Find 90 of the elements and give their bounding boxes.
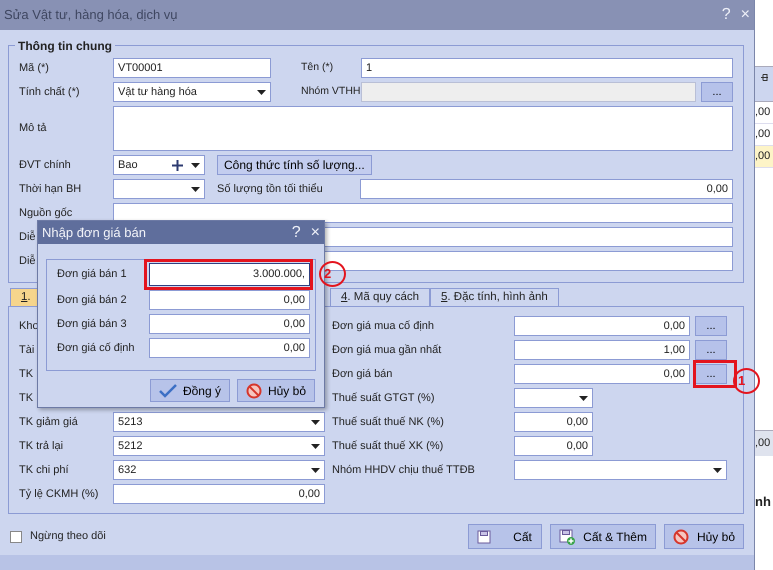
tax-field[interactable]: 0,00 — [514, 436, 593, 456]
min-stock-field[interactable]: 0,00 — [360, 179, 733, 199]
dropdown-arrow-icon — [311, 468, 320, 472]
warranty-dropdown[interactable] — [113, 179, 205, 199]
field-label: Tỷ lệ CKMH (%) — [19, 486, 98, 502]
dropdown-arrow-icon — [191, 186, 200, 192]
field-label: Mô tả — [19, 121, 47, 136]
field-label: Đơn giá bán 2 — [57, 292, 127, 308]
code-field[interactable]: VT00001 — [113, 58, 271, 78]
field-label: Đơn giá bán 1 — [57, 267, 127, 282]
ok-button[interactable]: Đồng ý — [150, 379, 230, 402]
price-field[interactable]: 0,00 — [514, 364, 690, 384]
heading: nh — [755, 493, 771, 511]
cancel-icon — [246, 382, 262, 398]
field-label: Đơn giá mua cố định — [332, 318, 434, 334]
field-label: Diễ — [19, 230, 36, 245]
field-label: Đơn giá cố định — [57, 340, 135, 356]
field-label: Thuế suất thuế XK (%) — [332, 438, 444, 454]
dropdown-arrow-icon — [191, 162, 200, 168]
cancel-icon — [672, 528, 689, 544]
formula-button[interactable]: Công thức tính số lượng... — [217, 155, 372, 175]
field-label: Thuế suất GTGT (%) — [332, 390, 434, 406]
floppy-plus-icon — [559, 528, 576, 544]
table-cell: ,00 — [755, 102, 773, 124]
table-cell: ,00 — [755, 430, 773, 456]
field-label: TK — [19, 390, 34, 406]
floppy-icon — [477, 530, 492, 544]
tab[interactable]: 4. Mã quy cách — [330, 288, 430, 307]
price-field[interactable]: 0,00 — [149, 314, 310, 334]
field-label: Nhóm HHDV chịu thuế TTĐB — [332, 462, 475, 478]
window-title: Sửa Vật tư, hàng hóa, dịch vụ — [4, 6, 179, 24]
browse-button[interactable]: ... — [695, 316, 727, 336]
field-label: Nguồn gốc — [19, 206, 72, 221]
dropdown-arrow-icon — [579, 396, 588, 400]
price-field[interactable]: 3.000.000, — [149, 263, 310, 286]
field-label: TK trả lại — [19, 438, 64, 454]
dropdown-arrow-icon — [257, 90, 266, 94]
tab[interactable]: 5. Đặc tính, hình ảnh — [430, 288, 559, 307]
field-label: Đơn giá mua gần nhất — [332, 342, 442, 358]
unit-dropdown[interactable]: Bao — [113, 155, 205, 175]
tax-field[interactable]: 0,00 — [514, 412, 593, 432]
field-label: Tính chất (*) — [19, 84, 80, 100]
check-icon — [158, 384, 177, 398]
field-label: TK chi phí — [19, 462, 69, 478]
pin-icon — [760, 73, 768, 82]
account-dropdown[interactable]: 5213 — [113, 412, 325, 432]
tax-dropdown[interactable] — [514, 388, 593, 408]
add-icon[interactable] — [172, 160, 183, 170]
field-label: Thuế suất thuế NK (%) — [332, 414, 444, 430]
checkbox[interactable] — [10, 530, 22, 542]
description-field[interactable] — [113, 106, 733, 151]
cancel-button[interactable]: Hủy bỏ — [664, 524, 744, 549]
name-field[interactable]: 1 — [361, 58, 733, 78]
field-label: Tài — [19, 342, 34, 358]
field-label: TK — [19, 366, 34, 382]
dialog-title: Nhập đơn giá bán — [42, 224, 147, 242]
help-button[interactable]: ? — [292, 224, 301, 240]
highlight-frame — [693, 360, 737, 388]
number-field[interactable]: 0,00 — [113, 484, 325, 504]
callout-number: 2 — [319, 261, 346, 287]
field-label: TK giảm giá — [19, 414, 78, 430]
nature-dropdown[interactable]: Vật tư hàng hóa — [113, 82, 271, 102]
browse-button[interactable]: ... — [695, 364, 727, 384]
field-label: Mã (*) — [19, 60, 49, 76]
account-dropdown[interactable]: 5212 — [113, 436, 325, 456]
price-field[interactable]: 0,00 — [514, 316, 690, 336]
group-dropdown[interactable] — [514, 460, 727, 480]
save-button[interactable]: Cất — [468, 524, 542, 549]
cancel-button[interactable]: Hủy bỏ — [236, 379, 315, 402]
price-field[interactable]: 0,00 — [149, 338, 310, 358]
close-button[interactable]: × — [310, 224, 320, 240]
text-field[interactable] — [113, 203, 733, 223]
checkbox-label: Ngừng theo dõi — [30, 529, 106, 544]
field-label: Đơn giá bán 3 — [57, 316, 127, 332]
field-label: Diễ — [19, 254, 36, 269]
price-field[interactable]: 0,00 — [149, 290, 310, 310]
field-label: Tên (*) — [301, 60, 334, 76]
dropdown-arrow-icon — [311, 444, 320, 448]
save-button[interactable]: Cất & Thêm — [550, 524, 656, 549]
field-label: ĐVT chính — [19, 158, 71, 173]
table-cell: ,00 — [755, 146, 773, 168]
dropdown-arrow-icon — [713, 468, 722, 472]
account-dropdown[interactable]: 632 — [113, 460, 325, 480]
browse-button[interactable]: ... — [695, 340, 727, 360]
dropdown-arrow-icon — [311, 420, 320, 424]
price-field[interactable]: 1,00 — [514, 340, 690, 360]
field-label: Thời hạn BH — [19, 182, 82, 197]
field-label: Số lượng tồn tối thiểu — [217, 182, 323, 197]
field-label: Đơn giá bán — [332, 366, 392, 382]
field-label: Nhóm VTHH — [301, 84, 361, 100]
